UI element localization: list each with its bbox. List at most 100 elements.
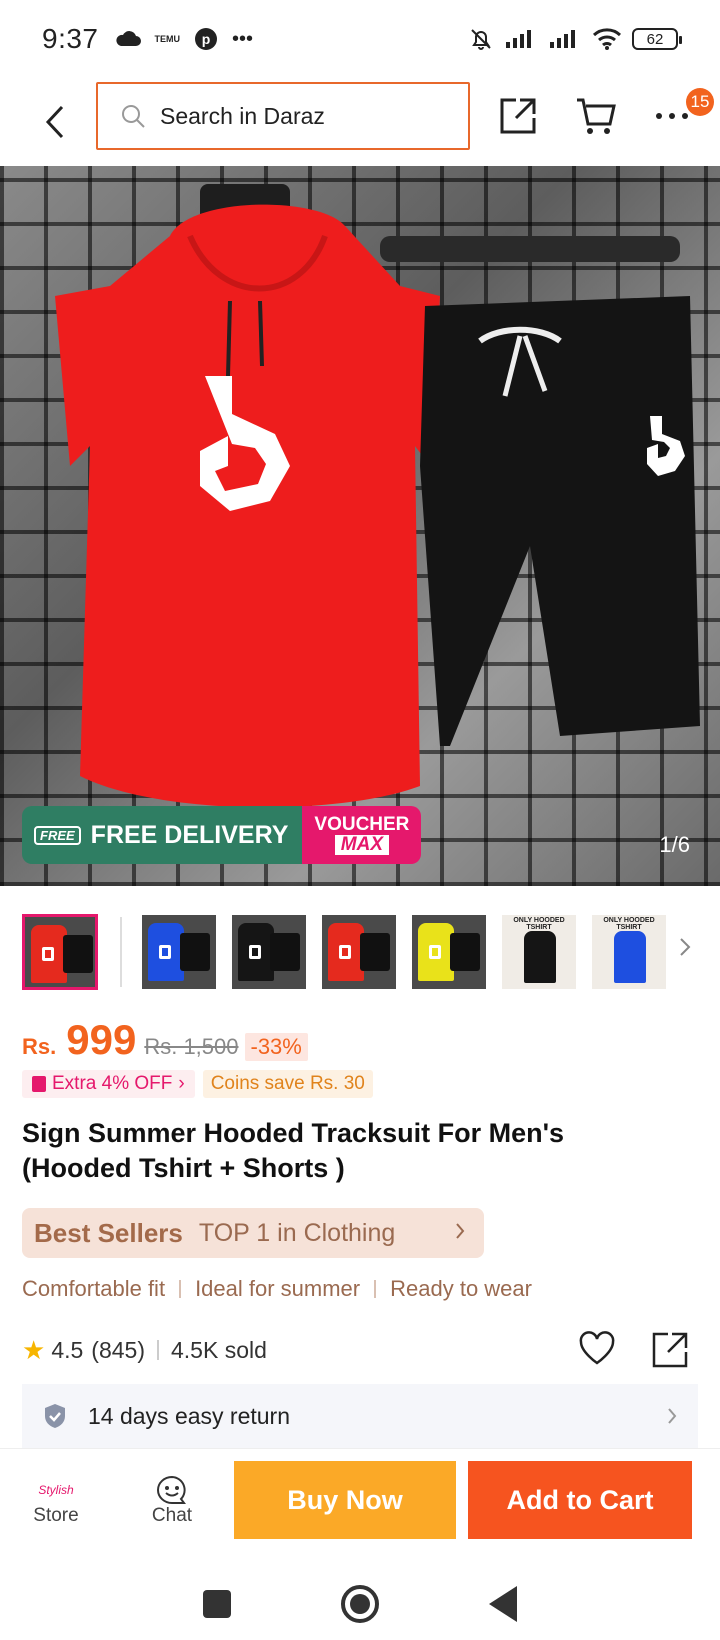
thumbnail[interactable] [232,915,306,989]
status-time: 9:37 [42,23,99,54]
best-seller-label: Best Sellers [34,1217,183,1248]
truck-icon: FREE [34,825,81,845]
thumbnail-strip: ONLY HOODED TSHIRT ONLY HOODED TSHIRT [22,914,720,990]
thumbnail-logo [42,947,54,961]
product-photo [55,184,700,808]
thumbnail-shirt [614,931,646,983]
image-counter: 1/6 [659,832,690,857]
extra-off-chip[interactable]: Extra 4% OFF › [22,1070,195,1098]
original-price: Rs. 1,500 [144,1034,239,1059]
thumbnail-shorts [180,933,210,971]
cart-button[interactable] [572,92,620,140]
shield-check-icon [45,1404,65,1428]
thumbnails-next-button[interactable] [678,936,692,963]
top-navigation: Search in Daraz 15 [0,78,720,166]
return-policy-row[interactable]: 14 days easy return [22,1384,698,1448]
product-title-line-1: Sign Summer Hooded Tracksuit For Men's [22,1118,565,1148]
search-placeholder: Search in Daraz [160,102,325,129]
divider [374,1280,377,1298]
share-icon [652,1332,688,1368]
thumbnail-shirt [524,931,556,983]
product-image[interactable]: FREE FREE DELIVERY VOUCHER MAX 1/6 [0,166,720,886]
feature-tags: Comfortable fit Ideal for summer Ready t… [22,1276,532,1302]
promo-banner: FREE FREE DELIVERY VOUCHER MAX [22,806,422,864]
home-button[interactable] [341,1585,379,1623]
cart-icon [577,98,616,134]
free-delivery-text: FREE DELIVERY [90,820,289,849]
divider [157,1340,159,1360]
return-policy-text: 14 days easy return [88,1402,291,1429]
back-button[interactable] [30,92,80,152]
price-amount: 999 [66,1016,137,1063]
coins-chip[interactable]: Coins save Rs. 30 [202,1070,373,1098]
chevron-right-icon: › [178,1073,185,1094]
pinterest-icon: p [194,27,218,51]
best-seller-banner[interactable]: Best Sellers TOP 1 in Clothing [22,1208,484,1258]
cloud-icon [115,30,141,48]
heart-icon [579,1331,615,1365]
rating-row: ★ 4.5 (845) 4.5K sold [22,1330,698,1370]
divider [179,1280,182,1298]
thumbnail[interactable] [22,914,98,990]
thumbnail[interactable] [412,915,486,989]
thumbnail[interactable]: ONLY HOODED TSHIRT [502,915,576,989]
more-dots-icon [656,113,688,119]
star-icon: ★ [22,1334,46,1365]
thumbnail-shorts [360,933,390,971]
product-title: Sign Summer Hooded Tracksuit For Men's (… [22,1116,702,1186]
system-navigation-bar [0,1568,720,1640]
signal-1-icon [504,28,538,50]
voucher-max-badge: VOUCHER MAX [302,806,422,864]
thumbnail-shorts [270,933,300,971]
feature-tag: Ideal for summer [195,1276,361,1301]
price-currency: Rs. [22,1034,57,1059]
chevron-right-icon [680,938,691,956]
svg-text:p: p [202,31,211,47]
thumbnail[interactable] [322,915,396,989]
thumbnail-logo [249,945,261,959]
voucher-max-text: MAX [334,835,390,855]
thumbnail-caption: ONLY HOODED TSHIRT [603,917,655,931]
search-input[interactable]: Search in Daraz [96,82,470,150]
wishlist-button[interactable] [578,1330,616,1372]
free-delivery-badge: FREE FREE DELIVERY [22,806,303,864]
thumbnail-logo [159,945,171,959]
price-row: Rs. 999 Rs. 1,500 -33% [22,1016,308,1064]
muted-bell-icon [468,26,494,52]
share-button[interactable] [494,92,542,140]
thumbnail[interactable] [142,915,216,989]
thumbnail[interactable]: ONLY HOODED TSHIRT [592,915,666,989]
thumbnail-logo [339,945,351,959]
notification-badge: 15 [686,88,714,116]
feature-tag: Comfortable fit [22,1276,166,1301]
thumbnail-logo [429,945,441,959]
system-back-button[interactable] [489,1586,517,1622]
rating-score[interactable]: 4.5 [51,1337,83,1364]
chat-button[interactable]: Chat [132,1475,212,1527]
wifi-icon [592,27,622,51]
recent-apps-button[interactable] [203,1590,231,1618]
share-product-button[interactable] [650,1330,690,1376]
divider [120,917,122,987]
chat-icon [157,1475,186,1504]
search-icon [122,105,145,128]
more-notifications-icon: ••• [232,27,254,50]
product-title-line-2: (Hooded Tshirt + Shorts ) [22,1153,345,1183]
chat-label: Chat [151,1505,193,1526]
signal-2-icon [548,28,582,50]
store-button[interactable]: Stylish Store [16,1475,96,1527]
buy-now-button[interactable]: Buy Now [234,1461,456,1539]
store-logo: Stylish [38,1483,74,1497]
discount-badge: -33% [244,1033,308,1061]
battery-indicator: 62 [632,28,682,50]
sold-count: 4.5K sold [171,1336,267,1363]
chevron-left-icon [45,105,64,139]
feature-tag: Ready to wear [390,1276,532,1301]
bottom-action-bar: Stylish Store Chat Buy Now Add to Cart [0,1448,720,1568]
voucher-text: VOUCHER [314,814,410,835]
extra-off-text: Extra 4% OFF [52,1073,173,1094]
add-to-cart-button[interactable]: Add to Cart [468,1461,692,1539]
coupon-tag-icon [32,1076,46,1092]
rating-count[interactable]: (845) [91,1337,145,1364]
chevron-right-icon [454,1221,466,1246]
